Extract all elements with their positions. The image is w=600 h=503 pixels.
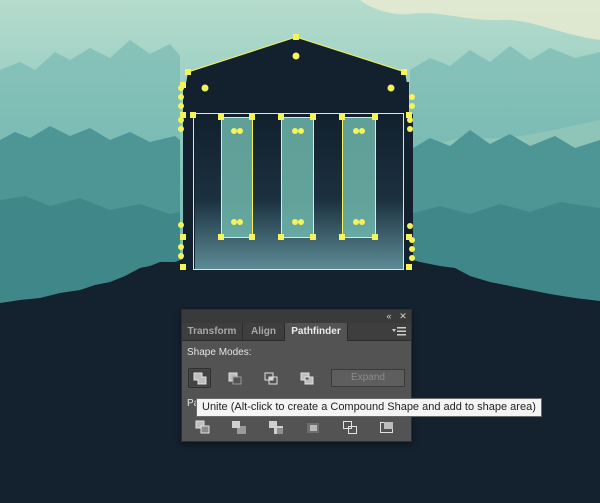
crop-icon — [307, 423, 319, 433]
exclude-button[interactable] — [295, 368, 318, 388]
unite-button[interactable] — [188, 368, 211, 388]
panel-menu-icon[interactable] — [392, 326, 406, 336]
minus-front-icon — [228, 372, 242, 385]
tab-pathfinder[interactable]: Pathfinder — [285, 323, 348, 341]
outline-button[interactable] — [340, 418, 362, 438]
minus-back-button[interactable] — [376, 418, 398, 438]
trim-icon — [232, 421, 246, 434]
merge-icon — [269, 421, 283, 434]
divide-button[interactable] — [193, 418, 215, 438]
outline-icon — [343, 421, 357, 434]
temple-entablature — [183, 82, 409, 116]
minus-back-icon — [380, 422, 393, 433]
unite-icon — [193, 372, 207, 385]
pathfinder-panel: « ✕ Transform Align Pathfinder Shape Mod… — [181, 309, 412, 442]
temple-columns — [222, 118, 375, 237]
divide-icon — [195, 420, 210, 434]
expand-button[interactable]: Expand — [331, 369, 405, 387]
panel-title-bar[interactable]: « ✕ — [182, 310, 411, 323]
minus-front-button[interactable] — [223, 368, 246, 388]
trim-button[interactable] — [229, 418, 251, 438]
intersect-button[interactable] — [259, 368, 282, 388]
crop-button[interactable] — [302, 418, 324, 438]
collapse-panel-icon[interactable]: « — [383, 310, 395, 323]
merge-button[interactable] — [266, 418, 288, 438]
tab-align[interactable]: Align — [243, 323, 285, 340]
shape-modes-label: Shape Modes: — [187, 347, 252, 358]
intersect-icon — [264, 372, 278, 385]
exclude-icon — [300, 372, 314, 385]
panel-tab-bar: Transform Align Pathfinder — [182, 323, 411, 341]
tab-transform[interactable]: Transform — [182, 323, 243, 340]
unite-tooltip: Unite (Alt-click to create a Compound Sh… — [196, 398, 542, 417]
close-panel-icon[interactable]: ✕ — [397, 310, 409, 323]
